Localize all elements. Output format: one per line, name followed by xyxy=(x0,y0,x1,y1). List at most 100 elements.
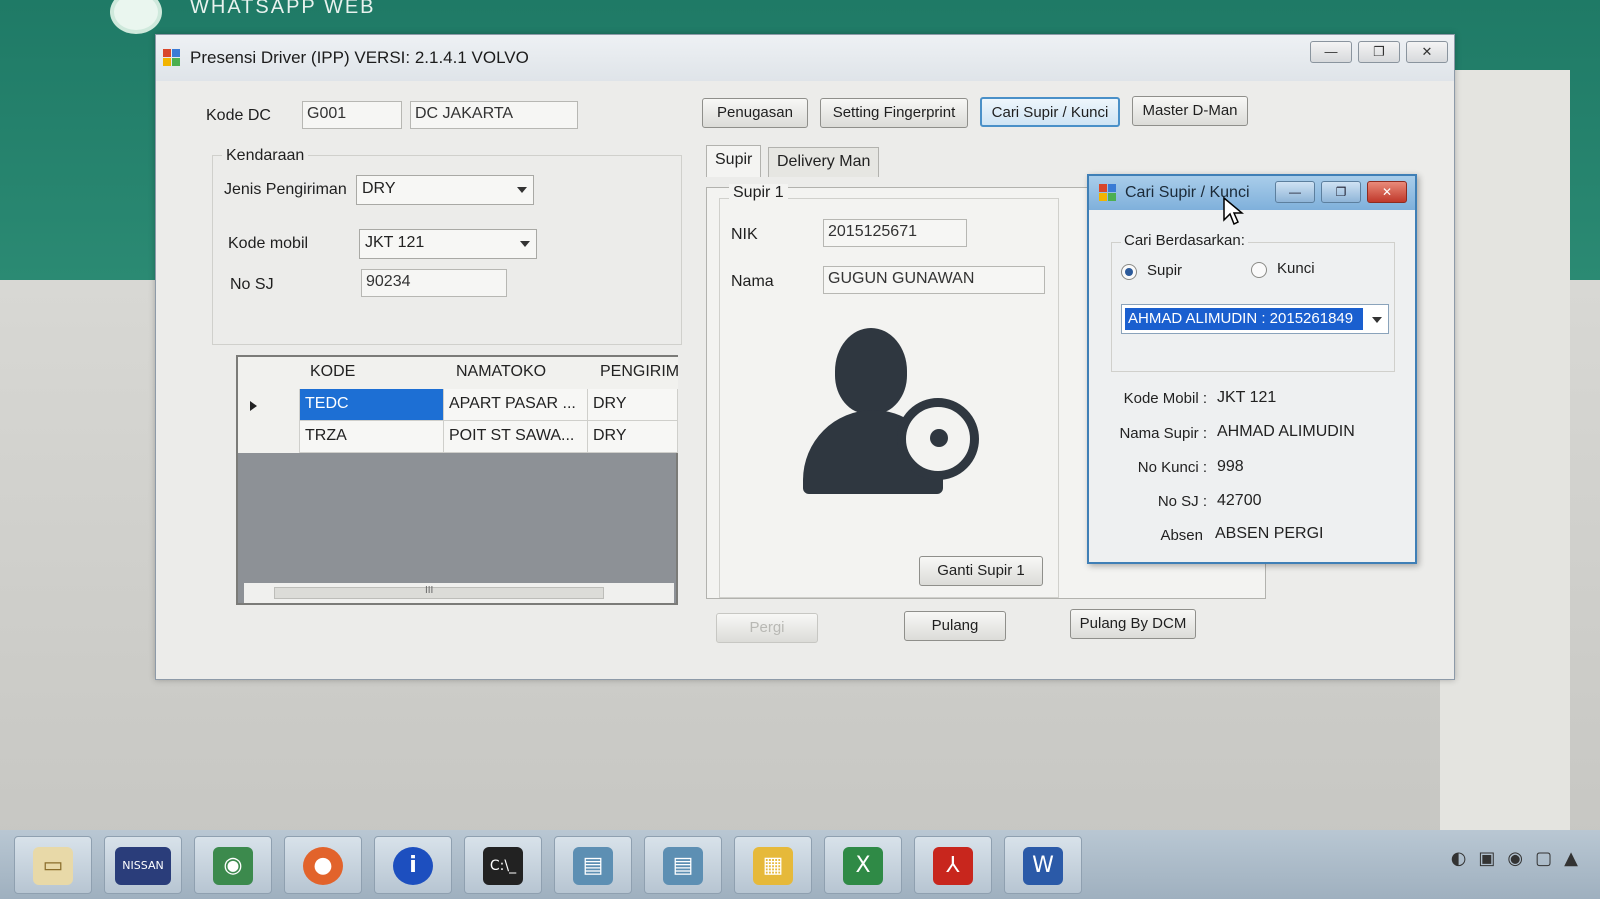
minimize-button[interactable]: — xyxy=(1310,41,1352,63)
driver-select[interactable]: AHMAD ALIMUDIN : 2015261849 xyxy=(1121,304,1389,334)
system-tray[interactable]: ◐▣◉▢▲ xyxy=(1451,848,1590,869)
wheel-hub xyxy=(930,429,948,447)
radio-kunci-label[interactable]: Kunci xyxy=(1277,260,1315,277)
chevron-down-icon[interactable] xyxy=(1372,317,1382,323)
current-row-pointer-icon xyxy=(250,401,257,411)
radio-kunci[interactable] xyxy=(1251,262,1267,278)
steering-wheel-icon xyxy=(897,398,979,480)
scroll-grip: III xyxy=(425,585,434,596)
window-icon[interactable]: ▤ xyxy=(554,836,632,894)
explorer-icon[interactable]: ▭ xyxy=(14,836,92,894)
radio-supir-label[interactable]: Supir xyxy=(1147,262,1182,279)
maximize-button[interactable]: ❐ xyxy=(1358,41,1400,63)
kode-mobil-select[interactable]: JKT 121 xyxy=(359,229,537,259)
kode-mobil-value: JKT 121 xyxy=(1217,389,1277,406)
terminal-glyph: C:\_ xyxy=(483,847,523,885)
dialog-minimize-button[interactable]: — xyxy=(1275,181,1315,203)
kode-dc-field[interactable]: G001 xyxy=(302,101,402,129)
setting-fingerprint-button[interactable]: Setting Fingerprint xyxy=(820,98,968,128)
dialog-maximize-button[interactable]: ❐ xyxy=(1321,181,1361,203)
nik-label: NIK xyxy=(731,226,758,243)
radio-supir[interactable] xyxy=(1121,264,1137,280)
column-header-kode[interactable]: KODE xyxy=(310,363,355,381)
terminal-icon[interactable]: C:\_ xyxy=(464,836,542,894)
pulang-by-dcm-button[interactable]: Pulang By DCM xyxy=(1070,609,1196,639)
dc-name-field[interactable]: DC JAKARTA xyxy=(410,101,578,129)
word-icon[interactable]: W xyxy=(1004,836,1082,894)
pdf-glyph: ⅄ xyxy=(933,847,973,885)
nama-label: Nama xyxy=(731,273,774,290)
info-icon[interactable]: i xyxy=(374,836,452,894)
tab-supir[interactable]: Supir xyxy=(706,145,762,177)
firefox-icon[interactable]: ● xyxy=(284,836,362,894)
cell-namatoko[interactable]: APART PASAR ... xyxy=(444,389,588,421)
kendaraan-label: Kendaraan xyxy=(222,147,309,165)
no-kunci-value: 998 xyxy=(1217,458,1244,475)
table-row[interactable]: TEDC APART PASAR ... DRY xyxy=(300,389,678,421)
window-title: Presensi Driver (IPP) VERSI: 2.1.4.1 VOL… xyxy=(190,48,529,67)
cell-pengirim[interactable]: DRY xyxy=(588,421,678,453)
no-sj-value: 42700 xyxy=(1217,492,1262,509)
info-glyph: i xyxy=(393,847,433,885)
column-header-namatoko[interactable]: NAMATOKO xyxy=(456,363,546,381)
firefox-glyph: ● xyxy=(303,847,343,885)
no-sj-label: No SJ xyxy=(230,276,274,293)
ganti-supir-button[interactable]: Ganti Supir 1 xyxy=(919,556,1043,586)
dialog-close-button[interactable]: ✕ xyxy=(1367,181,1407,203)
app-icon xyxy=(1099,184,1117,202)
table-row[interactable]: TRZA POIT ST SAWA... DRY xyxy=(300,421,678,453)
absen-value: ABSEN PERGI xyxy=(1215,525,1324,542)
close-button[interactable]: ✕ xyxy=(1406,41,1448,63)
cari-supir-dialog: Cari Supir / Kunci — ❐ ✕ Cari Berdasarka… xyxy=(1087,174,1417,564)
window-glyph: ▤ xyxy=(573,847,613,885)
absen-label: Absen xyxy=(1160,527,1203,544)
horizontal-scrollbar[interactable]: III xyxy=(244,583,674,603)
cell-pengirim[interactable]: DRY xyxy=(588,389,678,421)
nama-supir-value: AHMAD ALIMUDIN xyxy=(1217,423,1355,440)
driver-select-value: AHMAD ALIMUDIN : 2015261849 xyxy=(1125,308,1363,330)
jenis-pengiriman-value: DRY xyxy=(362,180,396,197)
kode-dc-label: Kode DC xyxy=(206,107,271,124)
chevron-down-icon xyxy=(520,241,530,247)
jenis-pengiriman-select[interactable]: DRY xyxy=(356,175,534,205)
nissan-icon[interactable]: NISSAN xyxy=(104,836,182,894)
row-headers xyxy=(238,389,300,453)
penugasan-button[interactable]: Penugasan xyxy=(702,98,808,128)
kode-mobil-value: JKT 121 xyxy=(365,234,425,251)
no-kunci-label: No Kunci : xyxy=(1137,459,1207,476)
whatsapp-title: WHATSAPP WEB xyxy=(190,0,376,18)
title-bar[interactable]: Presensi Driver (IPP) VERSI: 2.1.4.1 VOL… xyxy=(156,35,1454,81)
nama-supir-label: Nama Supir : xyxy=(1119,425,1207,442)
eye-icon[interactable]: ◉ xyxy=(194,836,272,894)
taskbar: ▭ NISSAN ◉ ● i C:\_ ▤ ▤ ▦ X ⅄ W ◐▣◉▢▲ xyxy=(0,830,1600,899)
tab-delivery-man[interactable]: Delivery Man xyxy=(768,147,880,177)
pdf-icon[interactable]: ⅄ xyxy=(914,836,992,894)
cell-kode[interactable]: TEDC xyxy=(300,389,444,421)
window-icon[interactable]: ▤ xyxy=(644,836,722,894)
pulang-button[interactable]: Pulang xyxy=(904,611,1006,641)
cell-kode[interactable]: TRZA xyxy=(300,421,444,453)
excel-icon[interactable]: X xyxy=(824,836,902,894)
eye-glyph: ◉ xyxy=(213,847,253,885)
cell-namatoko[interactable]: POIT ST SAWA... xyxy=(444,421,588,453)
no-sj-field[interactable]: 90234 xyxy=(361,269,507,297)
grid-header: KODE NAMATOKO PENGIRIM xyxy=(238,357,679,389)
cari-supir-kunci-button[interactable]: Cari Supir / Kunci xyxy=(980,97,1120,127)
word-glyph: W xyxy=(1023,847,1063,885)
master-dman-button[interactable]: Master D-Man xyxy=(1132,96,1248,126)
control-panel-icon[interactable]: ▦ xyxy=(734,836,812,894)
pergi-button[interactable]: Pergi xyxy=(716,613,818,643)
dialog-title-bar[interactable]: Cari Supir / Kunci — ❐ ✕ xyxy=(1089,176,1415,210)
nissan-logo: NISSAN xyxy=(115,847,171,885)
kode-mobil-label: Kode mobil xyxy=(228,235,309,252)
cari-berdasarkan-label: Cari Berdasarkan: xyxy=(1121,232,1248,249)
background-window xyxy=(1440,70,1570,830)
nama-field[interactable]: GUGUN GUNAWAN xyxy=(823,266,1045,294)
column-header-pengirim[interactable]: PENGIRIM xyxy=(600,363,679,381)
nik-field[interactable]: 2015125671 xyxy=(823,219,967,247)
store-grid[interactable]: KODE NAMATOKO PENGIRIM TEDC APART PASAR … xyxy=(236,355,679,605)
control-panel-glyph: ▦ xyxy=(753,847,793,885)
no-sj-label: No SJ : xyxy=(1157,493,1207,510)
supir-1-label: Supir 1 xyxy=(729,184,788,202)
scrollbar-thumb[interactable]: III xyxy=(274,585,604,599)
